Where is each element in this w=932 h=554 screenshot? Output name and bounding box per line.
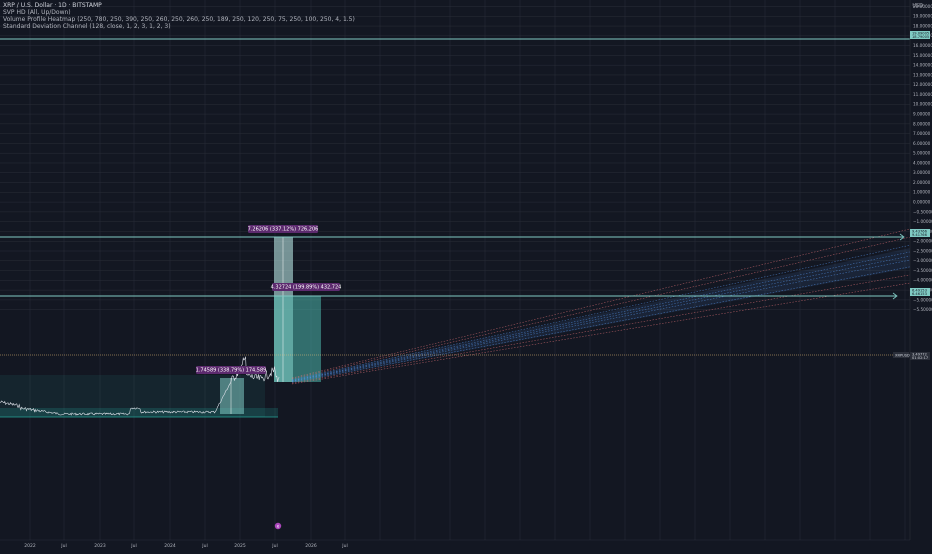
time-axis-label: Jul: [341, 543, 347, 549]
price-axis-label: 15.00000: [913, 53, 932, 58]
price-axis-label: 0.00000: [913, 200, 931, 205]
chart-canvas[interactable]: 7.26206 (337.12%) 726,206 4.32724 (199.89…: [0, 0, 932, 550]
price-tag-top-value: 18.79005: [912, 35, 929, 39]
currency-label[interactable]: USD: [912, 3, 923, 9]
channel-line: [291, 228, 911, 379]
channel-line: [291, 274, 911, 384]
price-axis-label: 9.00000: [913, 111, 931, 116]
price-axis-label: 14.00000: [913, 63, 932, 68]
price-axis-label: 13.00000: [913, 72, 932, 77]
price-axis-label: −2.50000: [913, 248, 932, 253]
indicator-std-channel[interactable]: Standard Deviation Channel (128, close, …: [3, 23, 355, 30]
price-axis-label: 16.00000: [913, 43, 932, 48]
time-axis-label: 2022: [24, 543, 36, 549]
price-tag-mid-value: 6.46153: [912, 292, 927, 296]
price-axis-label: −5.00000: [913, 297, 932, 302]
time-axis-label: Jul: [271, 543, 277, 549]
measure-callout-label: 1.74589 (338.79%) 174,589: [196, 368, 267, 374]
price-axis-label: 6.00000: [913, 141, 931, 146]
channel-line: [291, 236, 911, 380]
measure-box-3: [274, 296, 321, 382]
price-axis-label: −0.50000: [913, 209, 932, 214]
price-axis-label: 18.00000: [913, 23, 932, 28]
price-axis-label: −3.50000: [913, 268, 932, 273]
time-axis-label: 2024: [164, 543, 176, 549]
price-axis-label: −3.00000: [913, 258, 932, 263]
price-axis-label: 4.00000: [913, 160, 931, 165]
time-axis-label: Jul: [201, 543, 207, 549]
grid-lines: [0, 0, 910, 540]
time-axis[interactable]: [0, 540, 932, 550]
event-marker[interactable]: e: [274, 522, 282, 530]
price-axis-label: −1.00000: [913, 219, 932, 224]
time-axis-label: Jul: [130, 543, 136, 549]
price-axis-label: 3.00000: [913, 170, 931, 175]
measure-callout-label: 4.32724 (199.89%) 432,724: [271, 285, 342, 291]
price-axis-label: 11.00000: [913, 92, 932, 97]
channel-line: [291, 282, 911, 385]
indicator-vol-heatmap[interactable]: Volume Profile Heatmap (250, 780, 250, 3…: [3, 16, 355, 23]
price-axis-label: 8.00000: [913, 121, 931, 126]
price-axis-label: 5.00000: [913, 151, 931, 156]
horizontal-lines[interactable]: [0, 38, 910, 356]
indicator-svp[interactable]: SVP HD (All, Up/Down): [3, 9, 355, 16]
price-tag-upper-value: 9.41766: [912, 233, 928, 237]
time-axis-label: 2025: [234, 543, 246, 549]
price-axis-label: 7.00000: [913, 131, 931, 136]
price-axis-label: −5.50000: [913, 307, 932, 312]
time-axis-label: 2023: [94, 543, 106, 549]
price-axis-label: 1.00000: [913, 190, 931, 195]
price-axis-label: 12.00000: [913, 82, 932, 87]
std-deviation-channel: [291, 228, 911, 385]
symbol-title[interactable]: XRP / U.S. Dollar · 1D · BITSTAMP: [3, 2, 355, 9]
symbol-tag: XRPUSD: [895, 353, 910, 357]
price-tag-current-value: 01:02:17: [912, 356, 928, 360]
measure-callout-label: 7.26206 (337.12%) 726,206: [248, 227, 319, 233]
price-axis-label: 10.00000: [913, 102, 932, 107]
price-axis-label: −4.00000: [913, 278, 932, 283]
price-axis-label: −2.00000: [913, 239, 932, 244]
measure-fills: [0, 237, 321, 418]
time-axis-label: Jul: [60, 543, 66, 549]
price-axis-label: 2.00000: [913, 180, 931, 185]
price-axis-label: 19.00000: [913, 14, 932, 19]
chart-area[interactable]: 7.26206 (337.12%) 726,206 4.32724 (199.89…: [0, 0, 932, 550]
channel-fill: [292, 248, 910, 383]
time-axis-label: 2026: [305, 543, 317, 549]
chart-legend: XRP / U.S. Dollar · 1D · BITSTAMP SVP HD…: [3, 2, 355, 30]
